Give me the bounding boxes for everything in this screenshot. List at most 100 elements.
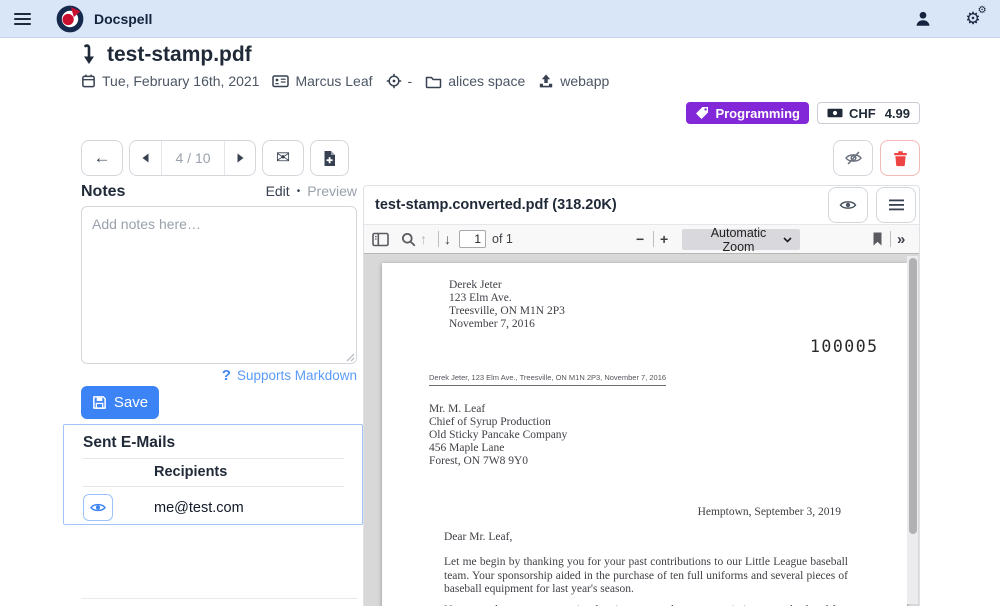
item-position-label: 4 / 10 — [162, 141, 224, 175]
sent-emails-panel: Sent E-Mails Recipients me@test.com — [63, 424, 363, 525]
next-panel-divider — [81, 598, 357, 599]
id-card-icon — [272, 73, 289, 89]
page-count-label: of 1 — [492, 225, 513, 253]
view-email-button[interactable] — [83, 494, 113, 521]
calendar-icon — [81, 73, 96, 89]
help-icon[interactable]: ? — [222, 367, 231, 384]
notes-heading: Notes — [81, 183, 125, 201]
docspell-app: Docspell ⚙⚙ test-stamp.pdf — [0, 0, 1000, 606]
add-file-button[interactable] — [310, 140, 349, 176]
attachment-view-button[interactable] — [828, 187, 868, 223]
notes-edit-link[interactable]: Edit — [266, 183, 290, 199]
pdf-scrollbar — [907, 256, 918, 604]
gears-icon: ⚙⚙ — [965, 10, 980, 27]
letter-sender-block: Derek Jeter 123 Elm Ave. Treesville, ON … — [449, 279, 565, 331]
eye-icon — [90, 501, 106, 514]
search-icon — [401, 232, 416, 247]
user-icon — [914, 10, 932, 28]
pdfjs-toolbar: ↑ ↓ of 1 − + Automatic Zoom » — [364, 225, 919, 254]
recipients-column-header: Recipients — [154, 459, 344, 487]
download-arrow-icon — [81, 43, 97, 67]
amount-badge: CHF4.99 — [817, 102, 920, 124]
notes-header: Notes Edit • Preview — [81, 183, 357, 201]
pdf-page: Derek Jeter 123 Elm Ave. Treesville, ON … — [382, 263, 907, 606]
caret-right-icon — [237, 153, 244, 163]
file-plus-icon — [322, 150, 337, 167]
notes-preview-link[interactable]: Preview — [307, 183, 357, 199]
save-floppy-icon — [92, 395, 107, 410]
item-date: Tue, February 16th, 2021 — [81, 73, 259, 89]
letter-recipient-block: Mr. M. Leaf Chief of Syrup Production Ol… — [429, 403, 567, 468]
pdf-scrollbar-thumb[interactable] — [909, 258, 917, 534]
trash-icon — [893, 150, 908, 167]
delete-item-button[interactable] — [880, 140, 920, 176]
item-concerned: - — [386, 73, 413, 89]
back-button[interactable]: ← — [81, 140, 123, 176]
zoom-in-button[interactable]: + — [660, 225, 668, 253]
attachment-menu-button[interactable] — [876, 187, 916, 223]
item-title-row: test-stamp.pdf — [81, 43, 252, 67]
toolbar-separator — [653, 231, 654, 247]
tag-badge: Programming — [686, 102, 809, 124]
toolbar-separator — [890, 231, 891, 247]
stamp-number: 100005 — [810, 337, 879, 356]
pdf-viewer-header: test-stamp.converted.pdf (318.20K) — [364, 186, 919, 225]
item-actions — [833, 140, 920, 176]
prev-item-button[interactable] — [130, 141, 162, 175]
user-account-button[interactable] — [910, 6, 936, 32]
menu-bars-icon — [889, 199, 904, 211]
item-source: webapp — [538, 73, 609, 89]
send-mail-button[interactable]: ✉ — [262, 140, 304, 176]
hide-preview-button[interactable] — [833, 140, 873, 176]
pdf-page-container: Derek Jeter 123 Elm Ave. Treesville, ON … — [364, 254, 919, 606]
markdown-hint-link[interactable]: Supports Markdown — [237, 368, 357, 383]
item-nav-toolbar: ← 4 / 10 ✉ — [81, 140, 349, 176]
letter-dateline: Hemptown, September 3, 2019 — [698, 506, 841, 518]
markdown-hint-row: ? Supports Markdown — [81, 367, 357, 384]
letter-paragraph: Let me begin by thanking you for your pa… — [444, 556, 848, 597]
save-notes-button[interactable]: Save — [81, 386, 159, 419]
next-item-button[interactable] — [224, 141, 255, 175]
upload-icon — [538, 73, 554, 89]
item-folder: alices space — [425, 73, 525, 89]
pdf-viewer-panel: test-stamp.converted.pdf (318.20K) — [363, 185, 920, 606]
letter-reference-line: Derek Jeter, 123 Elm Ave., Treesville, O… — [429, 373, 666, 386]
find-previous-button[interactable]: ↑ — [420, 225, 427, 253]
sidebar-toggle-button[interactable] — [372, 225, 389, 253]
eye-icon — [839, 198, 857, 212]
eye-slash-icon — [844, 150, 863, 166]
notes-link-separator: • — [297, 186, 301, 197]
item-title: test-stamp.pdf — [107, 43, 252, 67]
more-tools-button[interactable]: » — [897, 225, 905, 253]
notes-editor — [81, 206, 357, 364]
chevron-down-icon — [783, 237, 792, 243]
docspell-logo-icon[interactable] — [55, 4, 85, 34]
zoom-level-select[interactable]: Automatic Zoom — [682, 229, 800, 250]
search-button[interactable] — [401, 225, 416, 253]
bookmark-icon — [872, 232, 883, 246]
badges-row: Programming CHF4.99 — [686, 102, 920, 124]
letter-salutation: Dear Mr. Leaf, — [444, 531, 512, 543]
caret-left-icon — [142, 153, 149, 163]
top-bar: Docspell ⚙⚙ — [0, 0, 1000, 38]
envelope-icon: ✉ — [276, 148, 290, 168]
settings-button[interactable]: ⚙⚙ — [960, 6, 986, 32]
sidebar-toggle-icon — [372, 232, 389, 247]
attachment-file-name: test-stamp.converted.pdf (318.20K) — [375, 197, 617, 213]
sent-emails-heading: Sent E-Mails — [83, 434, 344, 459]
item-meta-row: Tue, February 16th, 2021 Marcus Leaf - — [81, 73, 609, 89]
zoom-out-button[interactable]: − — [636, 225, 644, 253]
app-title: Docspell — [94, 11, 152, 27]
bookmark-button[interactable] — [872, 225, 883, 253]
tag-icon — [695, 106, 709, 120]
item-pager: 4 / 10 — [129, 140, 256, 176]
back-arrow-icon: ← — [94, 148, 111, 168]
banknote-icon — [827, 105, 843, 121]
notes-textarea[interactable] — [81, 206, 357, 364]
toolbar-separator — [438, 231, 439, 247]
email-recipient: me@test.com — [154, 500, 344, 516]
find-next-button[interactable]: ↓ — [444, 225, 451, 253]
hamburger-menu-icon[interactable] — [3, 0, 41, 38]
page-number-input[interactable] — [459, 230, 486, 248]
item-correspondent: Marcus Leaf — [272, 73, 372, 89]
